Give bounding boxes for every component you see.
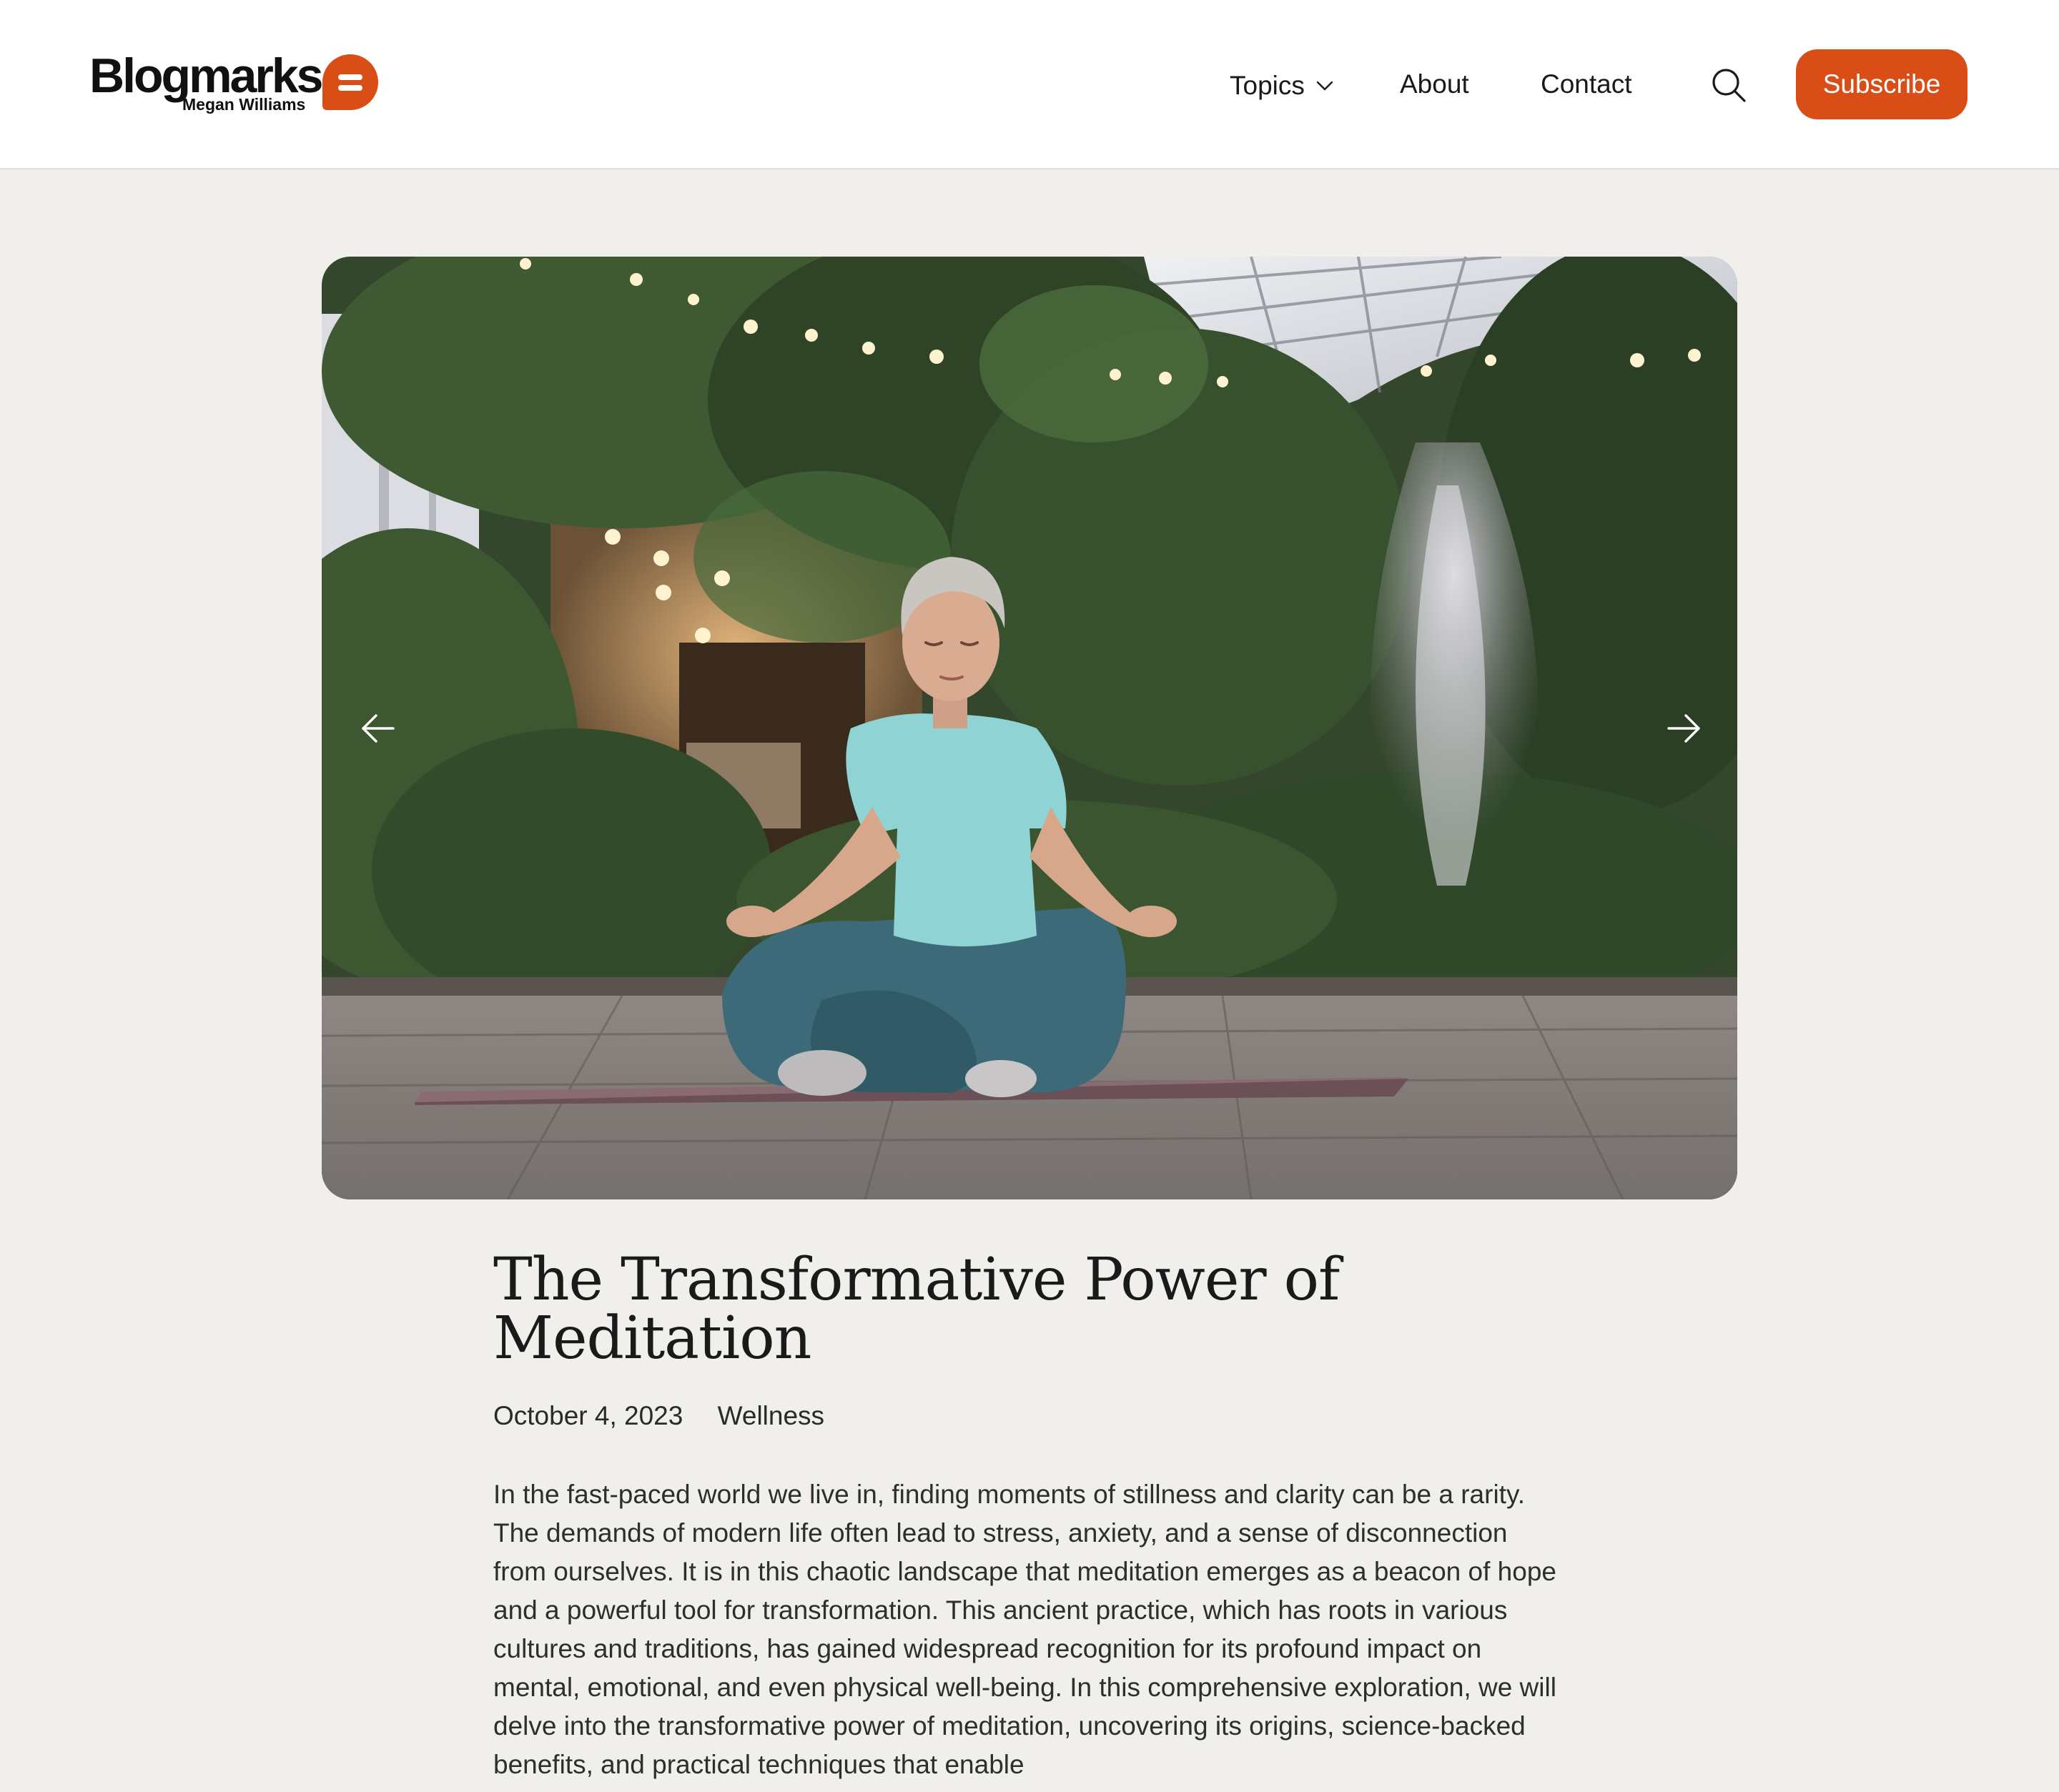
article-body: In the fast-paced world we live in, find… [493, 1475, 1566, 1784]
brand-author: Megan Williams [182, 95, 306, 114]
carousel-prev-button[interactable] [356, 707, 399, 750]
nav-item-topics-label: Topics [1230, 71, 1305, 101]
article-meta: October 4, 2023 Wellness [493, 1398, 1566, 1434]
subscribe-button[interactable]: Subscribe [1796, 49, 1967, 119]
carousel-next-button[interactable] [1663, 707, 1706, 750]
nav-item-topics[interactable]: Topics [1230, 63, 1333, 106]
hero-carousel [322, 257, 1737, 1199]
article: The Transformative Power of Meditation O… [493, 1251, 1566, 1784]
article-title: The Transformative Power of Meditation [493, 1246, 1340, 1372]
chevron-down-icon [1316, 81, 1333, 91]
nav-item-about[interactable]: About [1400, 63, 1469, 106]
article-date: October 4, 2023 [493, 1401, 683, 1430]
arrow-right-icon [1667, 714, 1700, 743]
brand-badge-icon [322, 54, 378, 110]
arrow-left-icon [362, 714, 395, 743]
nav-item-contact[interactable]: Contact [1541, 63, 1632, 106]
site-header: Blogmarks Megan Williams Topics About Co… [0, 0, 2059, 169]
search-button[interactable] [1710, 66, 1747, 104]
hero-image [322, 257, 1737, 1199]
article-category-link[interactable]: Wellness [718, 1401, 824, 1430]
article-paragraph: In the fast-paced world we live in, find… [493, 1480, 1556, 1779]
search-icon [1712, 69, 1746, 102]
brand-logo[interactable]: Blogmarks Megan Williams [89, 47, 390, 119]
